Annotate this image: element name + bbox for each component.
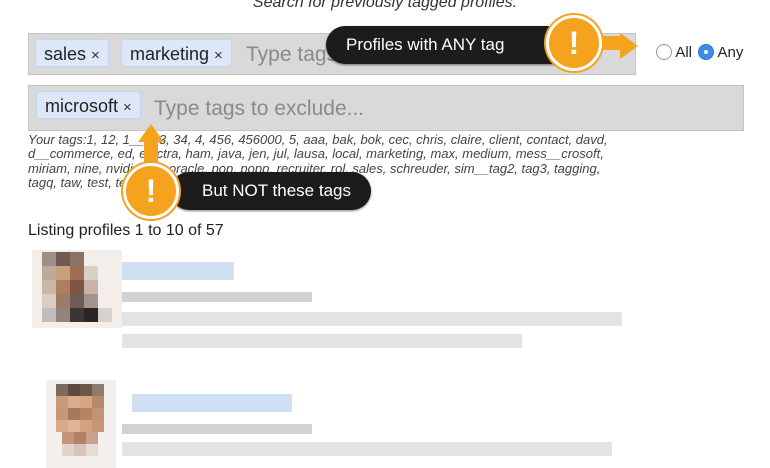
include-chip-marketing: marketing × [121,39,232,67]
callout-arrow-right-icon [620,33,638,59]
close-icon[interactable]: × [214,47,223,64]
radio-any[interactable] [698,44,715,60]
callout-arrow-up-icon [138,124,164,142]
include-callout-text: Profiles with ANY tag [346,35,505,54]
profile-summary-blurred [122,334,522,348]
exclude-callout: But NOT these tags [170,172,371,210]
radio-any-label[interactable]: Any [718,44,744,61]
match-mode-group: All Any [656,44,743,61]
exclude-callout-text: But NOT these tags [202,181,351,200]
close-icon[interactable]: × [91,47,100,64]
include-chip-sales: sales × [35,39,109,67]
exclude-tags-field[interactable]: microsoft × [28,85,744,131]
include-callout: Profiles with ANY tag [326,26,575,64]
profile-summary-blurred [122,312,622,326]
radio-all[interactable] [656,44,672,60]
close-icon[interactable]: × [123,99,132,116]
radio-all-label[interactable]: All [675,44,692,61]
profile-summary-blurred [122,442,612,456]
exclamation-icon: ! [546,15,602,71]
profile-headline-blurred [122,292,312,302]
profile-name-blurred[interactable] [122,262,234,280]
exclude-tags-input[interactable] [154,97,554,121]
profile-headline-blurred [122,424,312,434]
listing-summary: Listing profiles 1 to 10 of 57 [28,222,224,239]
chip-label: microsoft [45,96,119,116]
avatar[interactable] [46,380,116,468]
chip-label: marketing [130,44,210,64]
exclamation-icon: ! [123,163,179,219]
profile-name-blurred[interactable] [132,394,292,412]
exclude-chip-microsoft: microsoft × [36,91,141,119]
chip-label: sales [44,44,87,64]
page-title: Search for previously tagged profiles. [252,0,518,11]
avatar[interactable] [32,250,122,328]
